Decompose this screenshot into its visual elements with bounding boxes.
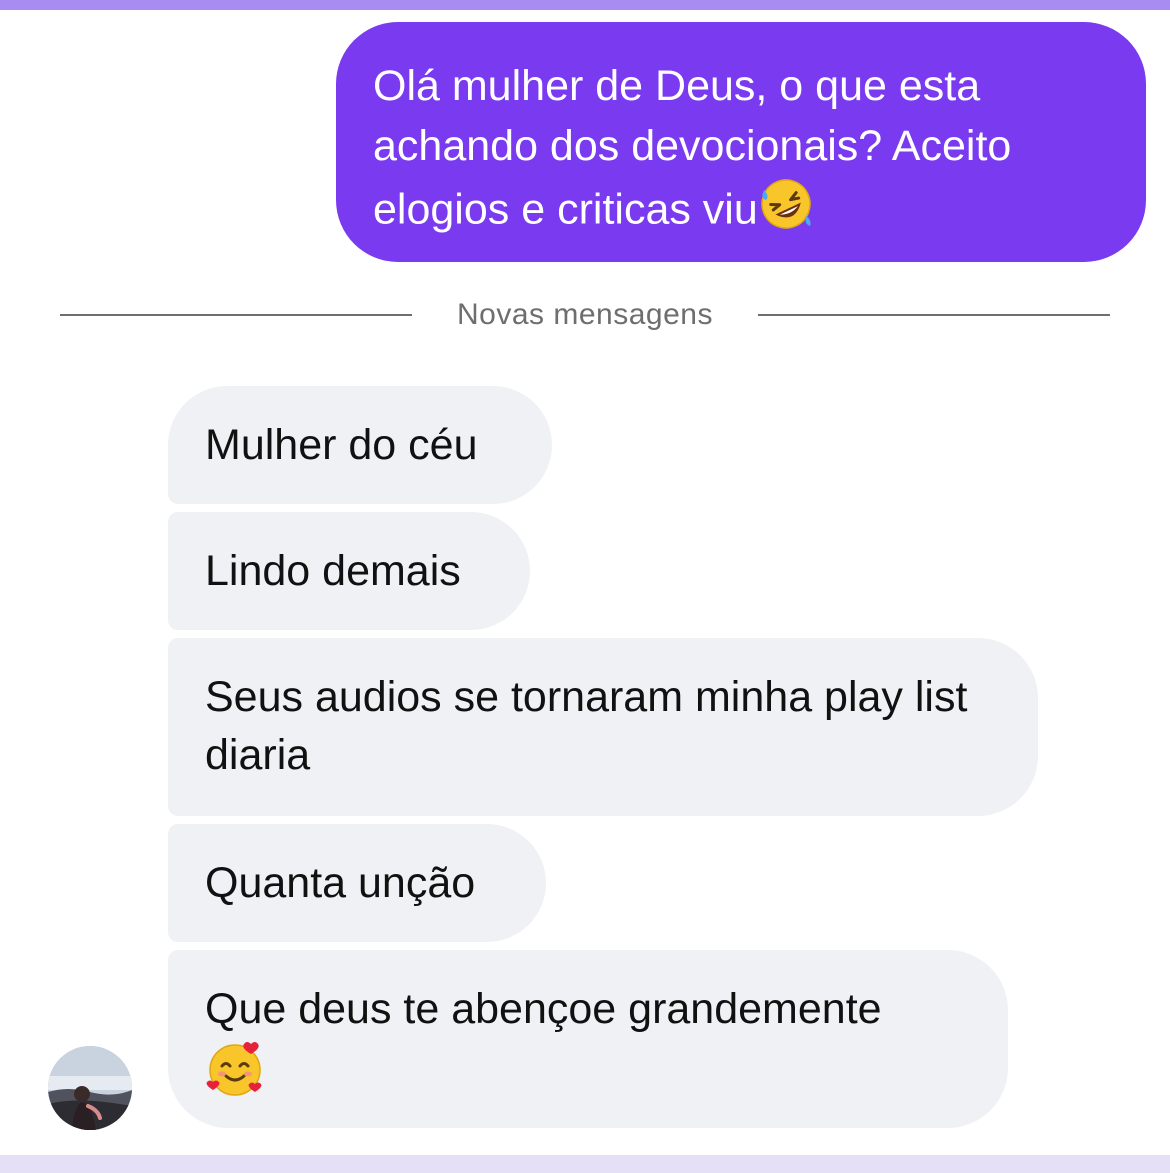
divider-line-right	[758, 314, 1110, 316]
received-message-bubble[interactable]: Seus audios se tornaram minha play list …	[168, 638, 1038, 816]
received-message-bubble[interactable]: Que deus te abençoe grandemente	[168, 950, 1008, 1128]
smiling-face-with-hearts-emoji-icon	[205, 1040, 265, 1113]
received-message-bubble[interactable]: Mulher do céu	[168, 386, 552, 504]
new-messages-divider: Novas mensagens	[60, 296, 1110, 336]
sender-avatar[interactable]	[48, 1046, 132, 1130]
received-message-text: Que deus te abençoe grandemente	[205, 985, 882, 1033]
chat-screen: Olá mulher de Deus, o que esta achando d…	[0, 0, 1170, 1173]
sent-message-text: Olá mulher de Deus, o que esta achando d…	[373, 62, 1012, 234]
rolling-on-floor-laughing-emoji-icon	[758, 176, 814, 248]
top-accent-bar	[0, 0, 1170, 10]
bottom-accent-bar	[0, 1155, 1170, 1173]
received-message-text: Lindo demais	[205, 547, 461, 595]
divider-line-left	[60, 314, 412, 316]
user-avatar-icon	[48, 1046, 132, 1130]
received-message-bubble[interactable]: Lindo demais	[168, 512, 530, 630]
new-messages-label: Novas mensagens	[457, 298, 713, 331]
received-message-text: Seus audios se tornaram minha play list …	[205, 673, 968, 779]
received-message-bubble[interactable]: Quanta unção	[168, 824, 546, 942]
received-message-text: Quanta unção	[205, 859, 476, 907]
received-message-text: Mulher do céu	[205, 421, 478, 469]
sent-message-bubble[interactable]: Olá mulher de Deus, o que esta achando d…	[336, 22, 1146, 262]
